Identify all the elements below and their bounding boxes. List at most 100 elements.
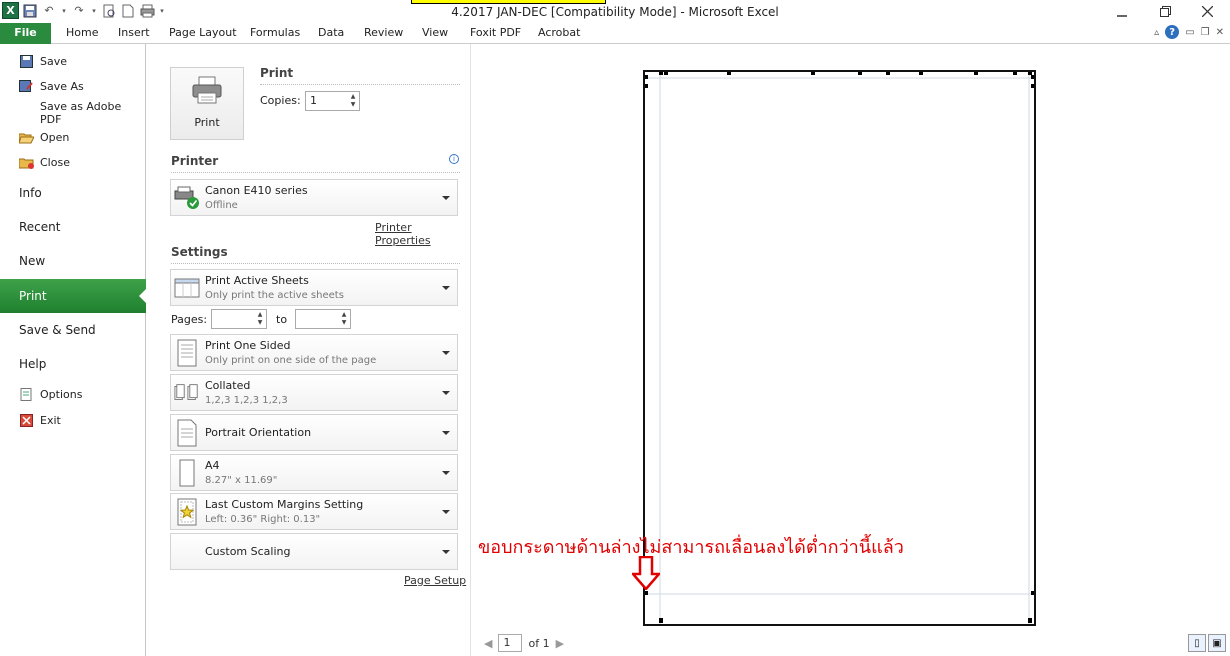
- previous-page-icon[interactable]: ◀: [484, 637, 492, 650]
- nav-exit-label: Exit: [40, 414, 61, 427]
- chevron-down-icon: [442, 550, 450, 554]
- sides-dropdown[interactable]: Print One Sided Only print on one side o…: [170, 334, 458, 371]
- nav-save-as-pdf[interactable]: Save as Adobe PDF: [0, 100, 146, 126]
- workbook-minimize-icon[interactable]: ▭: [1185, 27, 1194, 38]
- printer-ready-icon: [174, 184, 200, 212]
- nav-open-label: Open: [40, 131, 70, 144]
- info-icon[interactable]: i: [449, 154, 459, 164]
- nav-print[interactable]: Print: [0, 279, 146, 313]
- pages-to-input[interactable]: ▲ ▼: [295, 309, 351, 329]
- chevron-down-icon: [442, 510, 450, 514]
- printer-properties-link[interactable]: Printer Properties: [375, 221, 470, 247]
- nav-open[interactable]: Open: [0, 125, 146, 150]
- nav-save[interactable]: Save: [0, 49, 146, 74]
- backstage-nav: Save Save As Save as Adobe PDF Open Clos…: [0, 44, 146, 656]
- collated-icon: [174, 379, 200, 407]
- nav-info[interactable]: Info: [0, 176, 146, 210]
- setting-subtitle: 1,2,3 1,2,3 1,2,3: [205, 395, 288, 406]
- tab-acrobat[interactable]: Acrobat: [538, 23, 580, 44]
- setting-title: Last Custom Margins Setting: [205, 498, 364, 511]
- margins-icon: [174, 498, 200, 526]
- divider: [171, 263, 460, 264]
- setting-title: Print One Sided: [205, 339, 291, 352]
- nav-new[interactable]: New: [0, 244, 146, 278]
- divider: [260, 84, 460, 85]
- copies-label: Copies:: [260, 94, 301, 107]
- tab-page-layout[interactable]: Page Layout: [169, 23, 237, 44]
- ribbon-tabs: File Home Insert Page Layout Formulas Da…: [0, 23, 1230, 44]
- save-icon: [18, 55, 34, 69]
- increment-icon[interactable]: ▲: [339, 311, 349, 319]
- setting-title: Portrait Orientation: [205, 426, 312, 439]
- scaling-dropdown[interactable]: Custom Scaling: [170, 533, 458, 570]
- paper-size-dropdown[interactable]: A4 8.27" x 11.69": [170, 454, 458, 491]
- tab-data[interactable]: Data: [318, 23, 344, 44]
- nav-save-as-label: Save As: [40, 80, 84, 93]
- workbook-close-icon[interactable]: ✕: [1216, 27, 1224, 38]
- page-count: of 1: [528, 636, 550, 650]
- minimize-icon[interactable]: [1102, 0, 1142, 23]
- printer-status: Offline: [205, 200, 238, 211]
- close-icon[interactable]: [1187, 0, 1227, 23]
- tab-insert[interactable]: Insert: [118, 23, 150, 44]
- increment-icon[interactable]: ▲: [255, 311, 265, 319]
- decrement-icon[interactable]: ▼: [348, 101, 358, 109]
- chevron-down-icon: [442, 196, 450, 200]
- chevron-down-icon: [442, 286, 450, 290]
- page-navigator: ◀ 1 of 1 ▶: [484, 634, 564, 652]
- zoom-to-page-icon[interactable]: ▣: [1208, 634, 1226, 652]
- tab-file[interactable]: File: [0, 23, 51, 44]
- tab-foxit-pdf[interactable]: Foxit PDF: [470, 23, 521, 44]
- printer-icon: [192, 76, 222, 104]
- copies-stepper[interactable]: 1 ▲ ▼: [305, 91, 360, 111]
- help-icon[interactable]: ?: [1165, 25, 1180, 39]
- nav-help[interactable]: Help: [0, 347, 146, 381]
- decrement-icon[interactable]: ▼: [339, 319, 349, 327]
- selected-arrow-icon: [139, 289, 146, 303]
- nav-print-label: Print: [19, 289, 47, 303]
- save-as-icon: [18, 80, 34, 94]
- orientation-dropdown[interactable]: Portrait Orientation: [170, 414, 458, 451]
- show-margins-icon[interactable]: ▯: [1188, 634, 1206, 652]
- current-page-input[interactable]: 1: [498, 634, 523, 652]
- page-setup-link[interactable]: Page Setup: [404, 574, 466, 587]
- decrement-icon[interactable]: ▼: [255, 319, 265, 327]
- increment-icon[interactable]: ▲: [348, 93, 358, 101]
- chevron-down-icon: [442, 351, 450, 355]
- nav-options[interactable]: Options: [0, 382, 146, 407]
- printer-name: Canon E410 series: [205, 184, 308, 197]
- annotation-note: ขอบกระดาษด้านล่างไม่สามารถเลื่อนลงได้ต่ำ…: [478, 537, 904, 558]
- tab-home[interactable]: Home: [66, 23, 98, 44]
- sheets-icon: [174, 274, 200, 302]
- minimize-ribbon-icon[interactable]: ▵: [1154, 27, 1159, 38]
- restore-icon[interactable]: [1145, 0, 1185, 23]
- next-page-icon[interactable]: ▶: [556, 637, 564, 650]
- pages-from-input[interactable]: ▲ ▼: [211, 309, 267, 329]
- tab-formulas[interactable]: Formulas: [250, 23, 300, 44]
- exit-icon: [18, 414, 34, 428]
- folder-close-icon: [18, 156, 34, 170]
- setting-subtitle: Only print the active sheets: [205, 290, 344, 301]
- setting-subtitle: 8.27" x 11.69": [205, 475, 278, 486]
- printer-dropdown[interactable]: Canon E410 series Offline: [170, 179, 458, 216]
- paper-icon: [174, 459, 200, 487]
- tab-review[interactable]: Review: [364, 23, 403, 44]
- margins-dropdown[interactable]: Last Custom Margins Setting Left: 0.36" …: [170, 493, 458, 530]
- workbook-restore-icon[interactable]: ❐: [1201, 27, 1210, 38]
- divider: [171, 172, 460, 173]
- nav-exit[interactable]: Exit: [0, 408, 146, 433]
- setting-title: Custom Scaling: [205, 545, 291, 558]
- folder-open-icon: [18, 131, 34, 145]
- arrow-down-icon: [632, 556, 660, 590]
- nav-save-send[interactable]: Save & Send: [0, 313, 146, 347]
- to-label: to: [276, 313, 288, 326]
- tab-view[interactable]: View: [422, 23, 448, 44]
- print-preview-area: ขอบกระดาษด้านล่างไม่สามารถเลื่อนลงได้ต่ำ…: [472, 44, 1230, 656]
- collation-dropdown[interactable]: Collated 1,2,3 1,2,3 1,2,3: [170, 374, 458, 411]
- print-button[interactable]: Print: [170, 67, 244, 140]
- nav-close[interactable]: Close: [0, 150, 146, 175]
- nav-save-as[interactable]: Save As: [0, 74, 146, 99]
- print-what-dropdown[interactable]: Print Active Sheets Only print the activ…: [170, 269, 458, 306]
- window-title: 4.2017 JAN-DEC [Compatibility Mode] - Mi…: [451, 5, 779, 19]
- nav-recent[interactable]: Recent: [0, 210, 146, 244]
